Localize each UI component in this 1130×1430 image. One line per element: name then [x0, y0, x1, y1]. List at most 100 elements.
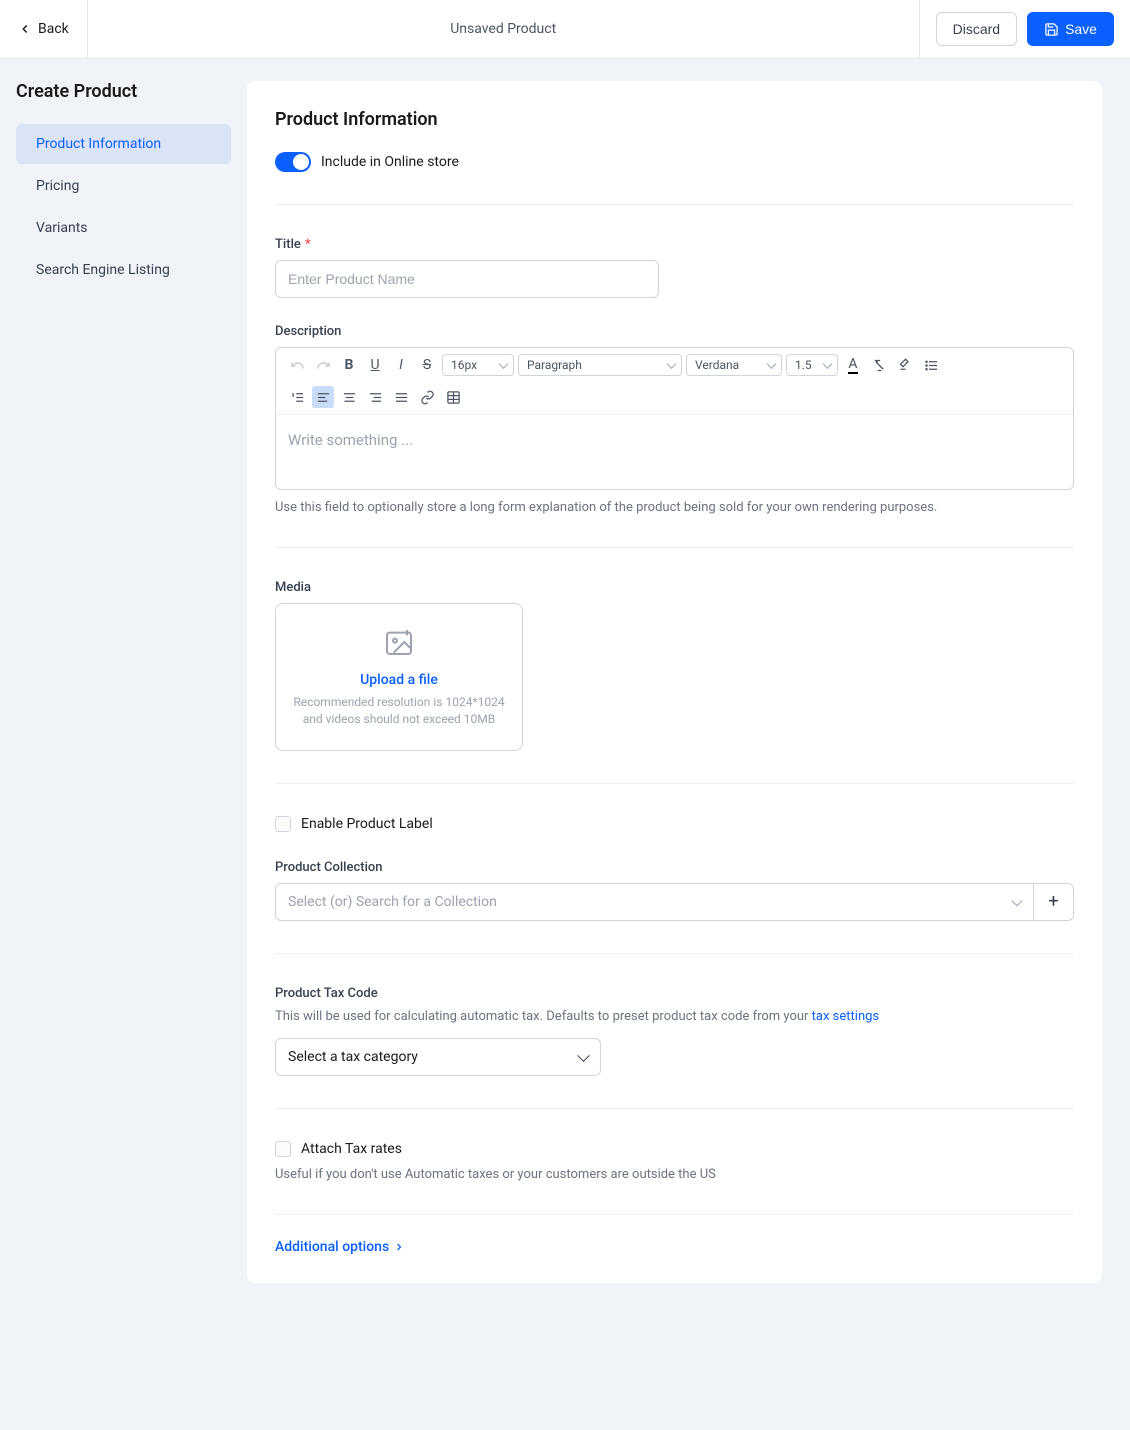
- sidebar-item-label: Product Information: [36, 136, 161, 152]
- additional-options-link[interactable]: Additional options: [275, 1239, 1074, 1255]
- strike-icon[interactable]: S: [416, 354, 438, 376]
- upload-link-text: Upload a file: [292, 672, 506, 688]
- bold-icon[interactable]: B: [338, 354, 360, 376]
- block-value: Paragraph: [527, 358, 582, 372]
- topbar-actions: Discard Save: [919, 0, 1114, 58]
- title-label-text: Title: [275, 237, 301, 252]
- tax-label: Product Tax Code: [275, 986, 1074, 1001]
- attach-tax-checkbox[interactable]: [275, 1141, 291, 1157]
- align-left-icon[interactable]: [312, 386, 334, 408]
- redo-icon[interactable]: [312, 354, 334, 376]
- lineheight-select[interactable]: 1.5: [786, 354, 838, 376]
- enable-label-row: Enable Product Label: [275, 816, 1074, 832]
- tax-category-select[interactable]: Select a tax category: [275, 1038, 601, 1076]
- attach-tax-label: Attach Tax rates: [301, 1141, 402, 1157]
- collection-row: Select (or) Search for a Collection +: [275, 883, 1074, 921]
- topbar: Back Unsaved Product Discard Save: [0, 0, 1130, 59]
- attach-tax-row: Attach Tax rates: [275, 1141, 1074, 1157]
- bullet-list-icon[interactable]: [920, 354, 942, 376]
- description-hint: Use this field to optionally store a lon…: [275, 500, 1074, 515]
- topbar-left: Back: [0, 0, 88, 58]
- card-heading: Product Information: [275, 109, 1074, 130]
- required-marker: *: [305, 237, 311, 252]
- align-justify-icon[interactable]: [390, 386, 412, 408]
- collection-add-button[interactable]: +: [1034, 883, 1074, 921]
- online-store-toggle-row: Include in Online store: [275, 152, 1074, 172]
- media-label: Media: [275, 580, 1074, 595]
- discard-label: Discard: [953, 21, 1000, 37]
- description-field: Description B U I S 16px Paragraph Verda…: [275, 324, 1074, 515]
- additional-options-text: Additional options: [275, 1239, 389, 1255]
- table-icon[interactable]: [442, 386, 464, 408]
- media-section: Media Upload a file Recommended resoluti…: [275, 580, 1074, 751]
- main: Product Information Include in Online st…: [247, 59, 1130, 1305]
- title-field: Title *: [275, 237, 1074, 298]
- fontsize-value: 16px: [451, 358, 477, 372]
- collection-placeholder: Select (or) Search for a Collection: [288, 894, 497, 910]
- divider: [275, 1214, 1074, 1215]
- sidebar-title: Create Product: [16, 81, 231, 102]
- highlight-icon[interactable]: [894, 354, 916, 376]
- collection-select[interactable]: Select (or) Search for a Collection: [275, 883, 1034, 921]
- block-select[interactable]: Paragraph: [518, 354, 682, 376]
- font-select[interactable]: Verdana: [686, 354, 782, 376]
- undo-icon[interactable]: [286, 354, 308, 376]
- sidebar-item-pricing[interactable]: Pricing: [16, 166, 231, 206]
- richtext-toolbar: B U I S 16px Paragraph Verdana 1.5 A: [276, 348, 1073, 415]
- plus-icon: +: [1048, 891, 1058, 912]
- font-value: Verdana: [695, 358, 739, 372]
- link-icon[interactable]: [416, 386, 438, 408]
- align-right-icon[interactable]: [364, 386, 386, 408]
- sidebar-item-variants[interactable]: Variants: [16, 208, 231, 248]
- sidebar-item-label: Variants: [36, 220, 88, 236]
- lineheight-value: 1.5: [795, 358, 812, 372]
- divider: [275, 547, 1074, 548]
- image-upload-icon: [383, 626, 415, 658]
- underline-icon[interactable]: U: [364, 354, 386, 376]
- sidebar-item-product-info[interactable]: Product Information: [16, 124, 231, 164]
- tax-hint: This will be used for calculating automa…: [275, 1009, 1074, 1024]
- richtext-editor: B U I S 16px Paragraph Verdana 1.5 A: [275, 347, 1074, 490]
- enable-label-text: Enable Product Label: [301, 816, 433, 832]
- fontsize-select[interactable]: 16px: [442, 354, 514, 376]
- text-color-icon[interactable]: A: [842, 354, 864, 376]
- richtext-body[interactable]: Write something ...: [276, 415, 1073, 489]
- clear-format-icon[interactable]: [868, 354, 890, 376]
- sidebar-item-label: Search Engine Listing: [36, 262, 170, 278]
- upload-dropzone[interactable]: Upload a file Recommended resolution is …: [275, 603, 523, 751]
- online-store-toggle[interactable]: [275, 152, 311, 172]
- attach-tax-hint: Useful if you don't use Automatic taxes …: [275, 1167, 1074, 1182]
- align-center-icon[interactable]: [338, 386, 360, 408]
- product-info-card: Product Information Include in Online st…: [247, 81, 1102, 1283]
- collection-label: Product Collection: [275, 860, 1074, 875]
- tax-settings-link[interactable]: tax settings: [812, 1009, 879, 1024]
- save-label: Save: [1065, 21, 1097, 37]
- divider: [275, 204, 1074, 205]
- tax-hint-text: This will be used for calculating automa…: [275, 1009, 812, 1024]
- divider: [275, 1108, 1074, 1109]
- tax-placeholder: Select a tax category: [288, 1049, 418, 1065]
- chevron-left-icon: [18, 22, 32, 36]
- sidebar-item-label: Pricing: [36, 178, 79, 194]
- italic-icon[interactable]: I: [390, 354, 412, 376]
- sidebar-item-seo[interactable]: Search Engine Listing: [16, 250, 231, 290]
- back-button[interactable]: Back: [0, 0, 88, 58]
- collection-section: Product Collection Select (or) Search fo…: [275, 860, 1074, 921]
- save-icon: [1044, 22, 1059, 37]
- divider: [275, 783, 1074, 784]
- title-input[interactable]: [275, 260, 659, 298]
- title-label: Title *: [275, 237, 1074, 252]
- enable-label-checkbox[interactable]: [275, 816, 291, 832]
- discard-button[interactable]: Discard: [936, 12, 1017, 46]
- page-title: Unsaved Product: [450, 21, 556, 37]
- save-button[interactable]: Save: [1027, 12, 1114, 46]
- tax-section: Product Tax Code This will be used for c…: [275, 986, 1074, 1076]
- upload-hint: Recommended resolution is 1024*1024 and …: [292, 694, 506, 728]
- description-label: Description: [275, 324, 1074, 339]
- layout: Create Product Product Information Prici…: [0, 59, 1130, 1305]
- divider: [275, 953, 1074, 954]
- back-label: Back: [38, 21, 69, 37]
- sidebar: Create Product Product Information Prici…: [0, 59, 247, 1305]
- chevron-right-icon: [393, 1241, 405, 1253]
- ordered-list-icon[interactable]: [286, 386, 308, 408]
